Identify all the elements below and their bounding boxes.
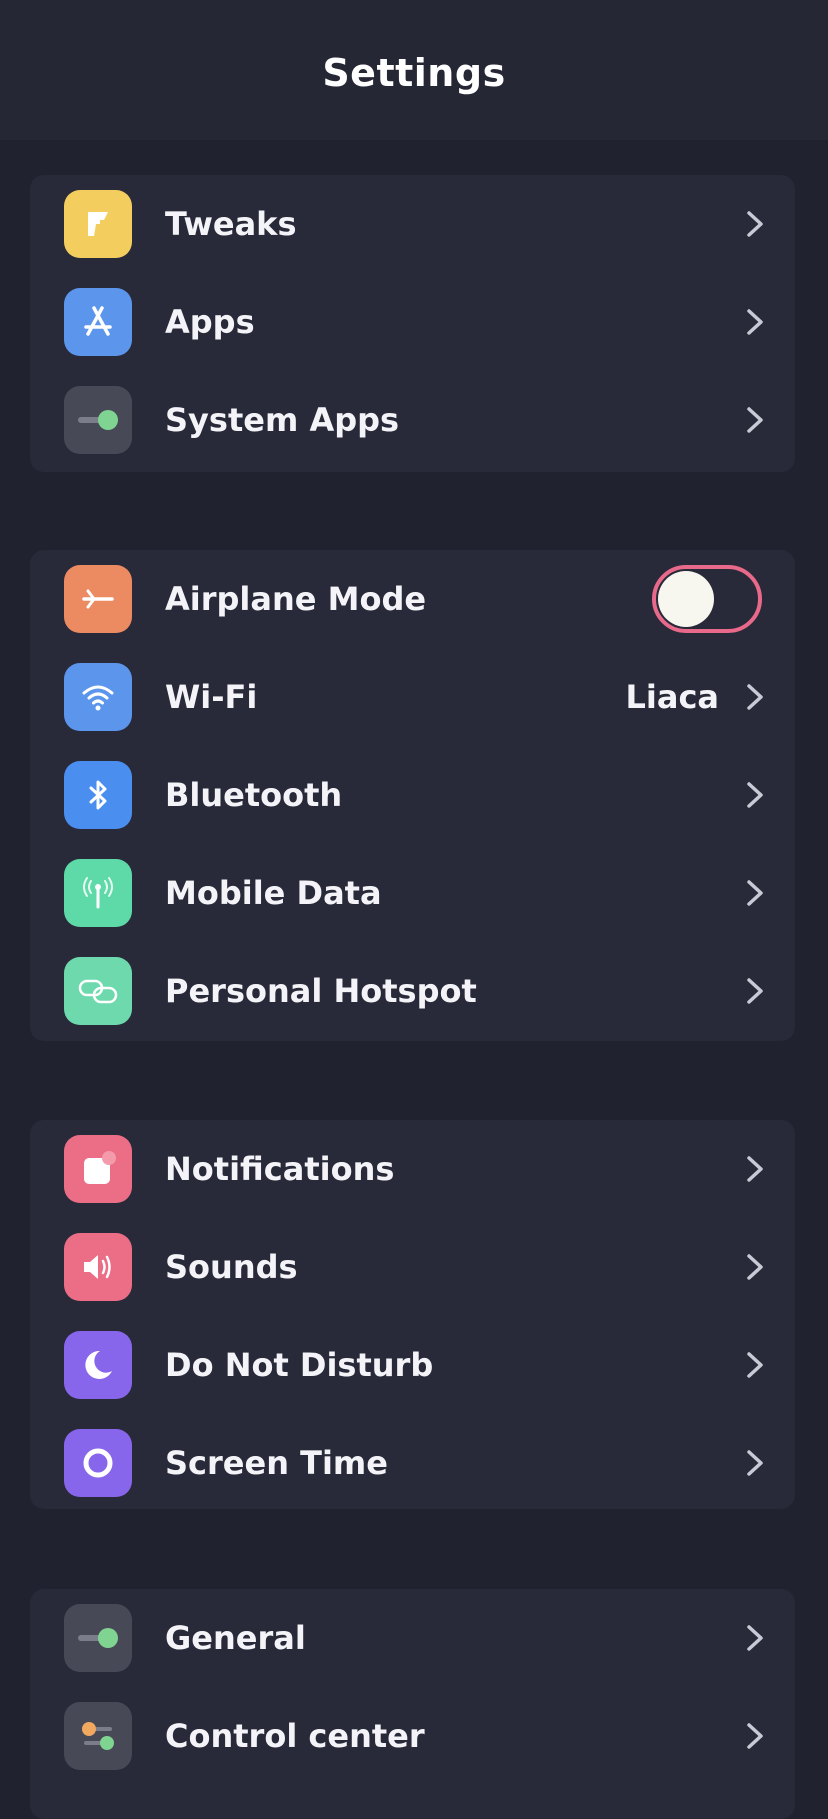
settings-row-label: Airplane Mode: [165, 580, 427, 618]
link-icon: [64, 957, 132, 1025]
settings-row-tweaks[interactable]: Tweaks: [30, 175, 795, 273]
chevron-right-icon: [747, 1254, 763, 1280]
wifi-network-value: Liaca: [625, 678, 719, 716]
sliders-icon: [64, 1702, 132, 1770]
antenna-icon: [64, 859, 132, 927]
settings-row-label: Apps: [165, 303, 255, 341]
settings-row-mobile-data[interactable]: Mobile Data: [30, 844, 795, 942]
settings-row-label: Personal Hotspot: [165, 972, 477, 1010]
settings-row-label: Bluetooth: [165, 776, 343, 814]
toggle-knob: [658, 571, 714, 627]
chevron-right-icon: [747, 1450, 763, 1476]
chevron-right-icon: [747, 309, 763, 335]
chevron-right-icon: [747, 211, 763, 237]
moon-icon: [64, 1331, 132, 1399]
chevron-right-icon: [747, 1352, 763, 1378]
settings-group-system: General Control center: [30, 1589, 795, 1819]
airplane-mode-toggle[interactable]: [652, 565, 762, 633]
app-store-icon: [64, 288, 132, 356]
settings-row-personal-hotspot[interactable]: Personal Hotspot: [30, 942, 795, 1040]
page-title: Settings: [322, 51, 506, 95]
tweaks-icon: [64, 190, 132, 258]
settings-row-label: Sounds: [165, 1248, 298, 1286]
ring-icon: [64, 1429, 132, 1497]
wifi-icon: [64, 663, 132, 731]
settings-row-system-apps[interactable]: System Apps: [30, 371, 795, 469]
chevron-right-icon: [747, 407, 763, 433]
bluetooth-icon: [64, 761, 132, 829]
settings-row-do-not-disturb[interactable]: Do Not Disturb: [30, 1316, 795, 1414]
toggle-switch-icon: [64, 1604, 132, 1672]
settings-row-notifications[interactable]: Notifications: [30, 1120, 795, 1218]
settings-row-control-center[interactable]: Control center: [30, 1687, 795, 1785]
settings-group-personalization: Tweaks Apps System Apps: [30, 175, 795, 472]
chevron-right-icon: [747, 684, 763, 710]
settings-group-attention: Notifications Sounds Do Not Disturb Scre…: [30, 1120, 795, 1509]
toggle-switch-icon: [64, 386, 132, 454]
settings-row-apps[interactable]: Apps: [30, 273, 795, 371]
settings-row-label: General: [165, 1619, 306, 1657]
settings-group-connectivity: Airplane Mode Wi-Fi Liaca Bluetooth Mobi…: [30, 550, 795, 1041]
settings-row-label: Mobile Data: [165, 874, 382, 912]
settings-row-airplane-mode: Airplane Mode: [30, 550, 795, 648]
settings-row-label: System Apps: [165, 401, 400, 439]
speaker-icon: [64, 1233, 132, 1301]
settings-row-label: Do Not Disturb: [165, 1346, 434, 1384]
settings-row-general[interactable]: General: [30, 1589, 795, 1687]
settings-row-label: Notifications: [165, 1150, 395, 1188]
settings-row-label: Screen Time: [165, 1444, 388, 1482]
settings-row-bluetooth[interactable]: Bluetooth: [30, 746, 795, 844]
chevron-right-icon: [747, 782, 763, 808]
settings-row-label: Tweaks: [165, 205, 297, 243]
settings-row-label: Wi-Fi: [165, 678, 258, 716]
settings-row-label: Control center: [165, 1717, 425, 1755]
settings-row-sounds[interactable]: Sounds: [30, 1218, 795, 1316]
chevron-right-icon: [747, 1625, 763, 1651]
navigation-header: Settings: [0, 0, 828, 140]
chevron-right-icon: [747, 1723, 763, 1749]
chevron-right-icon: [747, 978, 763, 1004]
chevron-right-icon: [747, 880, 763, 906]
settings-row-wifi[interactable]: Wi-Fi Liaca: [30, 648, 795, 746]
settings-row-screen-time[interactable]: Screen Time: [30, 1414, 795, 1512]
airplane-icon: [64, 565, 132, 633]
chevron-right-icon: [747, 1156, 763, 1182]
notification-badge-icon: [64, 1135, 132, 1203]
